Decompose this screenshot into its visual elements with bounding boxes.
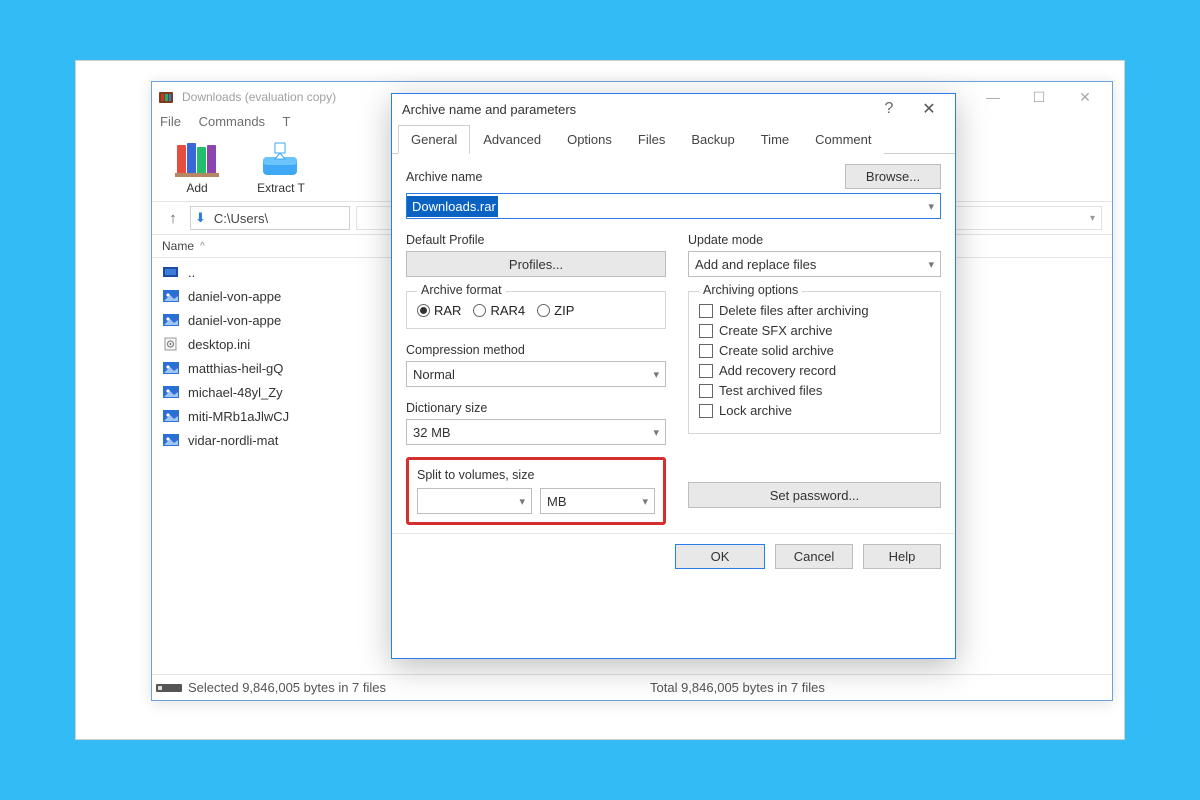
up-button[interactable]: ↑ [162,207,184,229]
help-button[interactable]: Help [863,544,941,569]
dialog-help-button[interactable]: ? [869,100,909,118]
update-mode-combo[interactable]: Add and replace files▾ [688,251,941,277]
chevron-down-icon: ▾ [653,426,659,439]
chevron-down-icon: ▾ [922,200,940,213]
tab-advanced[interactable]: Advanced [470,125,554,154]
archive-format-group: Archive format RAR RAR4 ZIP [406,291,666,329]
radio-zip[interactable]: ZIP [537,303,574,318]
menu-truncated[interactable]: T [282,114,290,129]
toolbar-add-label: Add [186,181,207,195]
file-label: .. [188,265,195,280]
dialog-titlebar: Archive name and parameters ? ✕ [392,94,955,124]
statusbar-total: Total 9,846,005 bytes in 7 files [650,680,1112,695]
chevron-down-icon: ▾ [1090,213,1095,224]
set-password-button[interactable]: Set password... [688,482,941,508]
minimize-button[interactable]: — [970,83,1016,111]
winrar-icon [158,89,174,105]
statusbar-selected: Selected 9,846,005 bytes in 7 files [186,680,650,695]
dialog-tabs: GeneralAdvancedOptionsFilesBackupTimeCom… [392,124,955,154]
file-label: vidar-nordli-mat [188,433,278,448]
menu-commands[interactable]: Commands [199,114,265,129]
books-icon [173,139,221,179]
profiles-button[interactable]: Profiles... [406,251,666,277]
image-icon [162,384,180,400]
toolbar-extract-label: Extract T [257,181,305,195]
menu-file[interactable]: File [160,114,181,129]
tab-time[interactable]: Time [748,125,802,154]
tab-comment[interactable]: Comment [802,125,884,154]
file-label: michael-48yl_Zy [188,385,283,400]
dialog-close-button[interactable]: ✕ [909,99,949,119]
file-label: matthias-heil-gQ [188,361,283,376]
check-sfx[interactable]: Create SFX archive [699,323,930,338]
file-label: daniel-von-appe [188,313,281,328]
tab-general[interactable]: General [398,125,470,154]
download-arrow-icon: ⬇ [195,210,206,226]
dictionary-combo[interactable]: 32 MB▾ [406,419,666,445]
compression-combo[interactable]: Normal▾ [406,361,666,387]
maximize-button[interactable]: ☐ [1016,83,1062,111]
split-label: Split to volumes, size [417,468,655,482]
archiving-options-group: Archiving options Delete files after arc… [688,291,941,434]
dialog-buttons: OK Cancel Help [392,533,955,581]
tab-backup[interactable]: Backup [678,125,747,154]
dictionary-label: Dictionary size [406,401,666,415]
file-label: desktop.ini [188,337,250,352]
tab-files[interactable]: Files [625,125,678,154]
chevron-down-icon: ▾ [519,495,525,508]
archive-format-label: Archive format [417,283,506,297]
close-button[interactable]: ✕ [1062,83,1108,111]
archive-name-field[interactable]: Downloads.rar ▾ [406,193,941,219]
check-recovery[interactable]: Add recovery record [699,363,930,378]
path-field[interactable]: ⬇ [190,206,350,230]
image-icon [162,360,180,376]
check-delete[interactable]: Delete files after archiving [699,303,930,318]
browse-button[interactable]: Browse... [845,164,941,189]
default-profile-label: Default Profile [406,233,666,247]
image-icon [162,312,180,328]
up-icon [162,264,180,280]
check-test[interactable]: Test archived files [699,383,930,398]
radio-rar4[interactable]: RAR4 [473,303,525,318]
check-solid[interactable]: Create solid archive [699,343,930,358]
dialog-title: Archive name and parameters [402,102,869,117]
background-canvas: Downloads (evaluation copy) — ☐ ✕ File C… [75,60,1125,740]
archive-name-input[interactable]: Downloads.rar [407,196,498,217]
cancel-button[interactable]: Cancel [775,544,853,569]
split-volumes-group: Split to volumes, size ▾ MB▾ [406,457,666,525]
chevron-down-icon: ▾ [928,258,934,271]
split-unit-combo[interactable]: MB▾ [540,488,655,514]
check-lock[interactable]: Lock archive [699,403,930,418]
file-label: miti-MRb1aJlwCJ [188,409,289,424]
update-mode-label: Update mode [688,233,941,247]
archive-name-label: Archive name [406,170,482,184]
split-size-combo[interactable]: ▾ [417,488,532,514]
tab-options[interactable]: Options [554,125,625,154]
image-icon [162,408,180,424]
toolbar-extract[interactable]: Extract T [248,139,314,195]
compression-label: Compression method [406,343,666,357]
extract-icon [257,139,305,179]
column-name[interactable]: Name [162,239,194,253]
archiving-options-label: Archiving options [699,283,802,297]
file-label: daniel-von-appe [188,289,281,304]
image-icon [162,288,180,304]
path-input[interactable] [212,210,345,227]
chevron-down-icon: ▾ [642,495,648,508]
archive-dialog: Archive name and parameters ? ✕ GeneralA… [391,93,956,659]
image-icon [162,432,180,448]
toolbar-add[interactable]: Add [164,139,230,195]
ini-icon [162,336,180,352]
drive-icon [152,682,186,694]
sort-asc-icon: ^ [200,241,205,252]
statusbar: Selected 9,846,005 bytes in 7 files Tota… [152,674,1112,700]
radio-rar[interactable]: RAR [417,303,461,318]
chevron-down-icon: ▾ [653,368,659,381]
ok-button[interactable]: OK [675,544,765,569]
